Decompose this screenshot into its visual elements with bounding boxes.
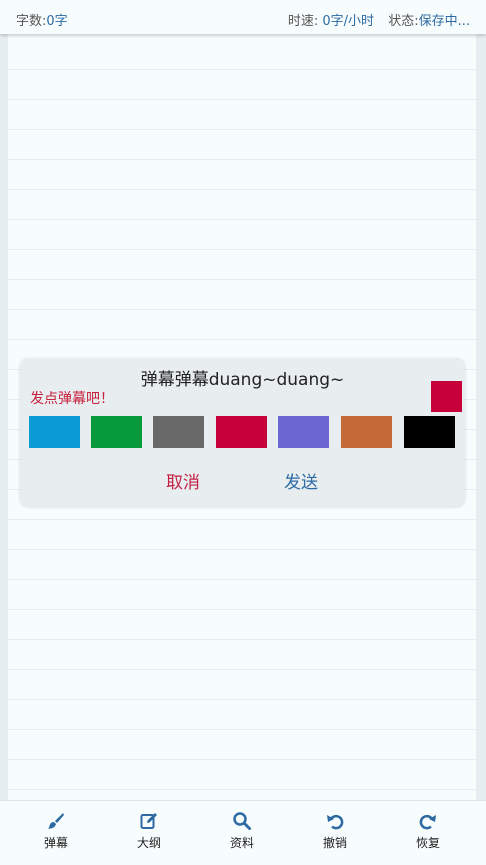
status-bar: 字数:0字 时速: 0字/小时 状态:保存中... xyxy=(0,0,486,34)
search-icon xyxy=(233,812,251,830)
edit-icon xyxy=(140,813,157,829)
undo-icon xyxy=(327,814,344,830)
tab-outline[interactable]: 大纲 xyxy=(119,811,179,851)
state-value: 保存中... xyxy=(418,14,470,29)
cancel-button[interactable]: 取消 xyxy=(166,468,200,493)
color-swatch-orange[interactable] xyxy=(341,416,392,448)
danmaku-dialog: 弹幕弹幕duang~duang~ 发点弹幕吧！ 取消 发送 xyxy=(20,358,465,506)
tab-label: 弹幕 xyxy=(43,836,68,850)
tab-danmaku[interactable]: 弹幕 xyxy=(26,811,86,851)
status-right: 时速: 0字/小时 状态:保存中... xyxy=(288,10,470,29)
color-swatch-green[interactable] xyxy=(91,416,142,448)
color-swatch-purple[interactable] xyxy=(278,416,329,448)
word-count-label: 字数: xyxy=(16,14,47,29)
color-swatches xyxy=(29,416,457,448)
tab-redo[interactable]: 恢复 xyxy=(398,811,458,851)
brush-icon xyxy=(48,813,64,829)
speed-value: 0字/小时 xyxy=(322,14,375,29)
dialog-title: 弹幕弹幕duang~duang~ xyxy=(140,370,345,390)
tab-label: 资料 xyxy=(229,836,254,850)
color-swatch-black[interactable] xyxy=(404,416,455,448)
tab-undo[interactable]: 撤销 xyxy=(305,811,365,851)
selected-color-preview xyxy=(431,381,462,412)
tab-label: 大纲 xyxy=(136,836,161,850)
danmaku-input[interactable]: 发点弹幕吧！ xyxy=(30,388,114,408)
redo-icon xyxy=(419,814,436,830)
state-label: 状态: xyxy=(388,14,419,29)
speed-label: 时速: xyxy=(287,14,319,29)
tab-label: 撤销 xyxy=(322,836,347,850)
send-button[interactable]: 发送 xyxy=(284,468,318,493)
tab-materials[interactable]: 资料 xyxy=(212,811,272,851)
tab-label: 恢复 xyxy=(415,836,440,850)
bottom-toolbar: 弹幕 大纲 资料 撤销 恢复 xyxy=(0,800,486,865)
color-swatch-gray[interactable] xyxy=(153,416,204,448)
word-count-value: 0字 xyxy=(46,14,68,29)
color-swatch-red[interactable] xyxy=(216,416,267,448)
color-swatch-blue[interactable] xyxy=(29,416,80,448)
word-count: 字数:0字 xyxy=(16,10,68,29)
